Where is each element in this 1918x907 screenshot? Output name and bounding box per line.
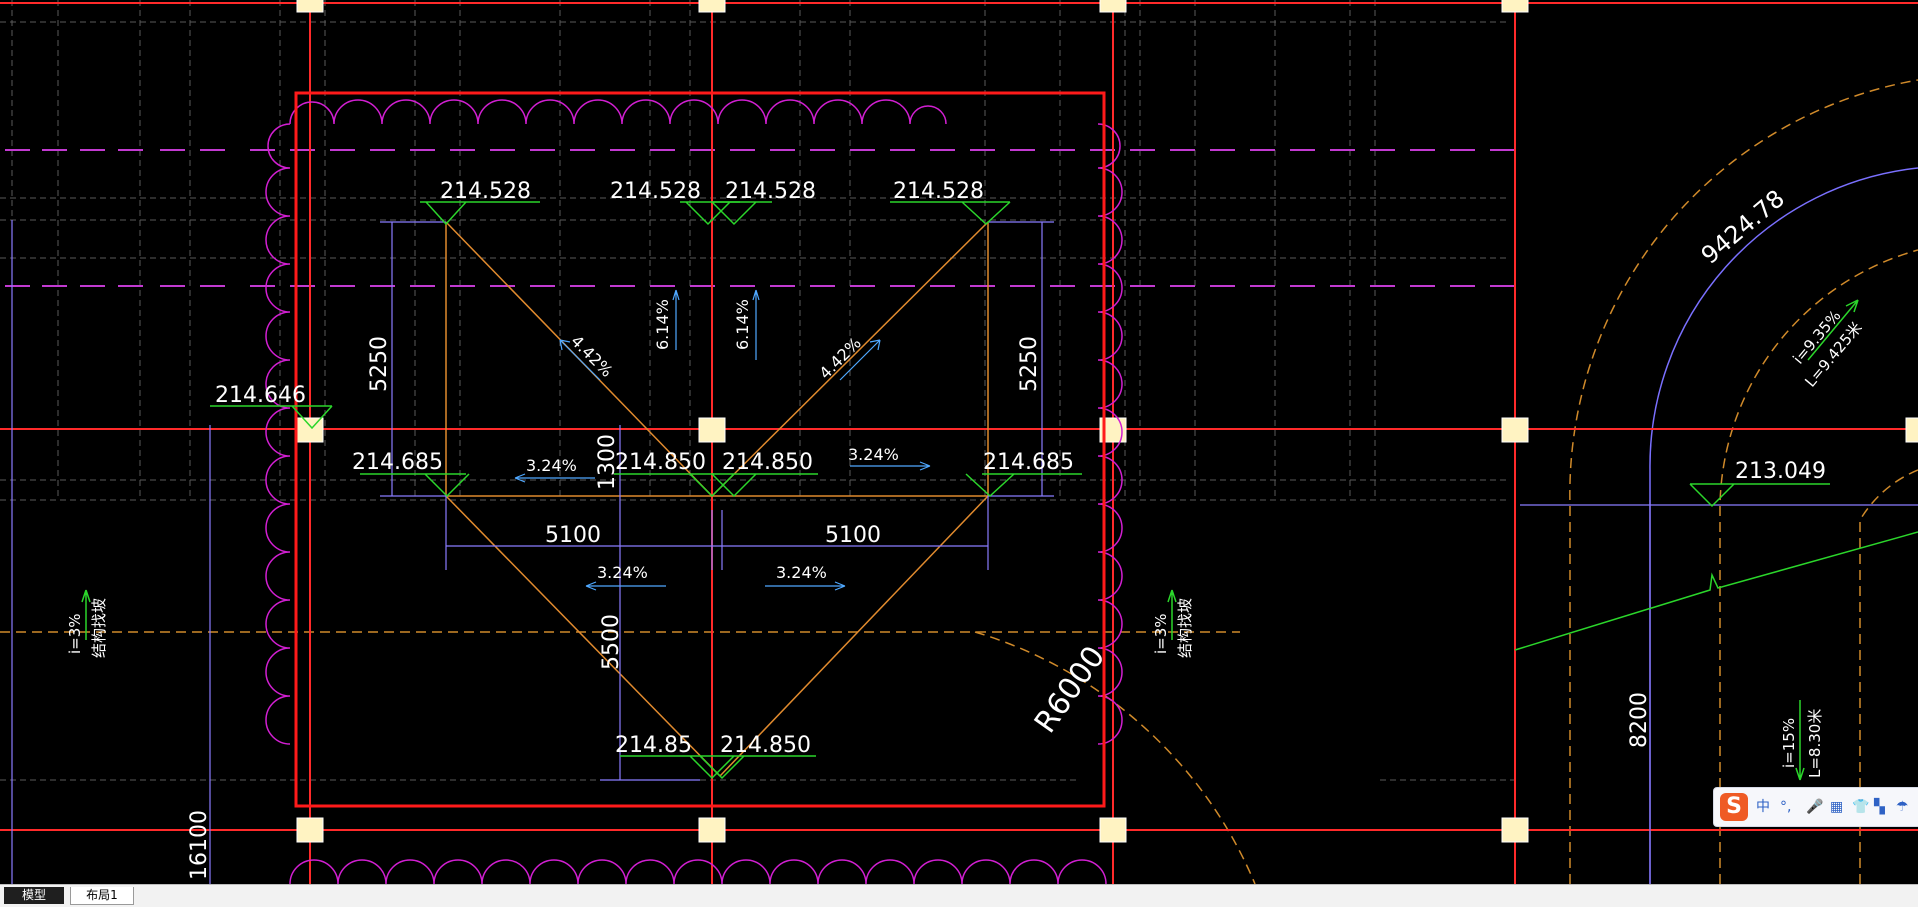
slope-text: 4.42% (567, 331, 616, 380)
dimension-text: 5100 (545, 523, 601, 548)
slope-lines (445, 221, 989, 777)
slope-text: 4.42% (815, 333, 864, 382)
cad-drawing-canvas[interactable]: 214.528 214.528 214.528 214.528 214.646 … (0, 0, 1918, 884)
dimension-text: 5250 (1017, 336, 1042, 392)
dimension-text: 9424.78 (1696, 184, 1790, 269)
slope-text: 3.24% (526, 456, 577, 475)
toolbox-icon[interactable]: ▚ (1874, 797, 1885, 817)
keyboard-icon[interactable]: ▦ (1830, 797, 1843, 817)
elevation-label: 214.646 (215, 383, 306, 408)
beam-dash-marks (5, 149, 1515, 287)
dimension-text: 5250 (367, 336, 392, 392)
note-arrows (81, 299, 1859, 781)
slope-note: i=3% (66, 613, 84, 654)
elevation-label: 214.528 (440, 179, 531, 204)
elevation-label: 214.528 (610, 179, 701, 204)
slope-note: L=8.30米 (1806, 709, 1824, 778)
ime-mode-toggle[interactable]: 中 (1756, 797, 1770, 817)
layout-tab-bar: 模型 布局1 (0, 884, 1918, 907)
dimension-text: 5500 (599, 614, 624, 670)
dimension-text: 1300 (595, 434, 620, 490)
dimension-text: 5100 (825, 523, 881, 548)
dimension-lines (11, 220, 1918, 884)
elevation-label: 214.850 (720, 733, 811, 758)
ramp-arc-line (1649, 167, 1918, 471)
more-icon[interactable]: ☂ (1896, 797, 1909, 817)
tab-model[interactable]: 模型 (4, 887, 64, 904)
elevation-label: 214.528 (725, 179, 816, 204)
slope-note: 结构找坡 (90, 598, 108, 658)
elevation-label: 214.685 (352, 450, 443, 475)
elevation-label: 214.85 (615, 733, 692, 758)
slope-text: 6.14% (653, 299, 672, 350)
ime-toolbar[interactable]: S 中 °, 🎤 ▦ 👕 ▚ ☂ (1713, 787, 1918, 827)
elevation-label: 213.049 (1735, 459, 1826, 484)
skin-icon[interactable]: 👕 (1852, 797, 1869, 817)
dimension-text: 8200 (1627, 692, 1652, 748)
elevation-label: 214.528 (893, 179, 984, 204)
slope-text: 3.24% (597, 563, 648, 582)
sogou-logo-icon[interactable]: S (1720, 793, 1748, 821)
punctuation-toggle[interactable]: °, (1780, 797, 1791, 817)
tab-layout1[interactable]: 布局1 (70, 887, 134, 905)
slope-text: 3.24% (776, 563, 827, 582)
slope-note: i=15% (1780, 718, 1798, 768)
slope-note: 结构找坡 (1176, 598, 1194, 658)
dimension-text: R6000 (1028, 640, 1112, 740)
dimension-text: 16100 (187, 810, 212, 880)
axis-grid (0, 0, 1918, 884)
slope-text: 3.24% (848, 445, 899, 464)
elevation-label: 214.850 (615, 450, 706, 475)
slope-note: i=3% (1152, 613, 1170, 654)
microphone-icon[interactable]: 🎤 (1806, 797, 1823, 817)
elevation-label: 214.685 (983, 450, 1074, 475)
slope-text: 6.14% (733, 299, 752, 350)
elevation-label: 214.850 (722, 450, 813, 475)
